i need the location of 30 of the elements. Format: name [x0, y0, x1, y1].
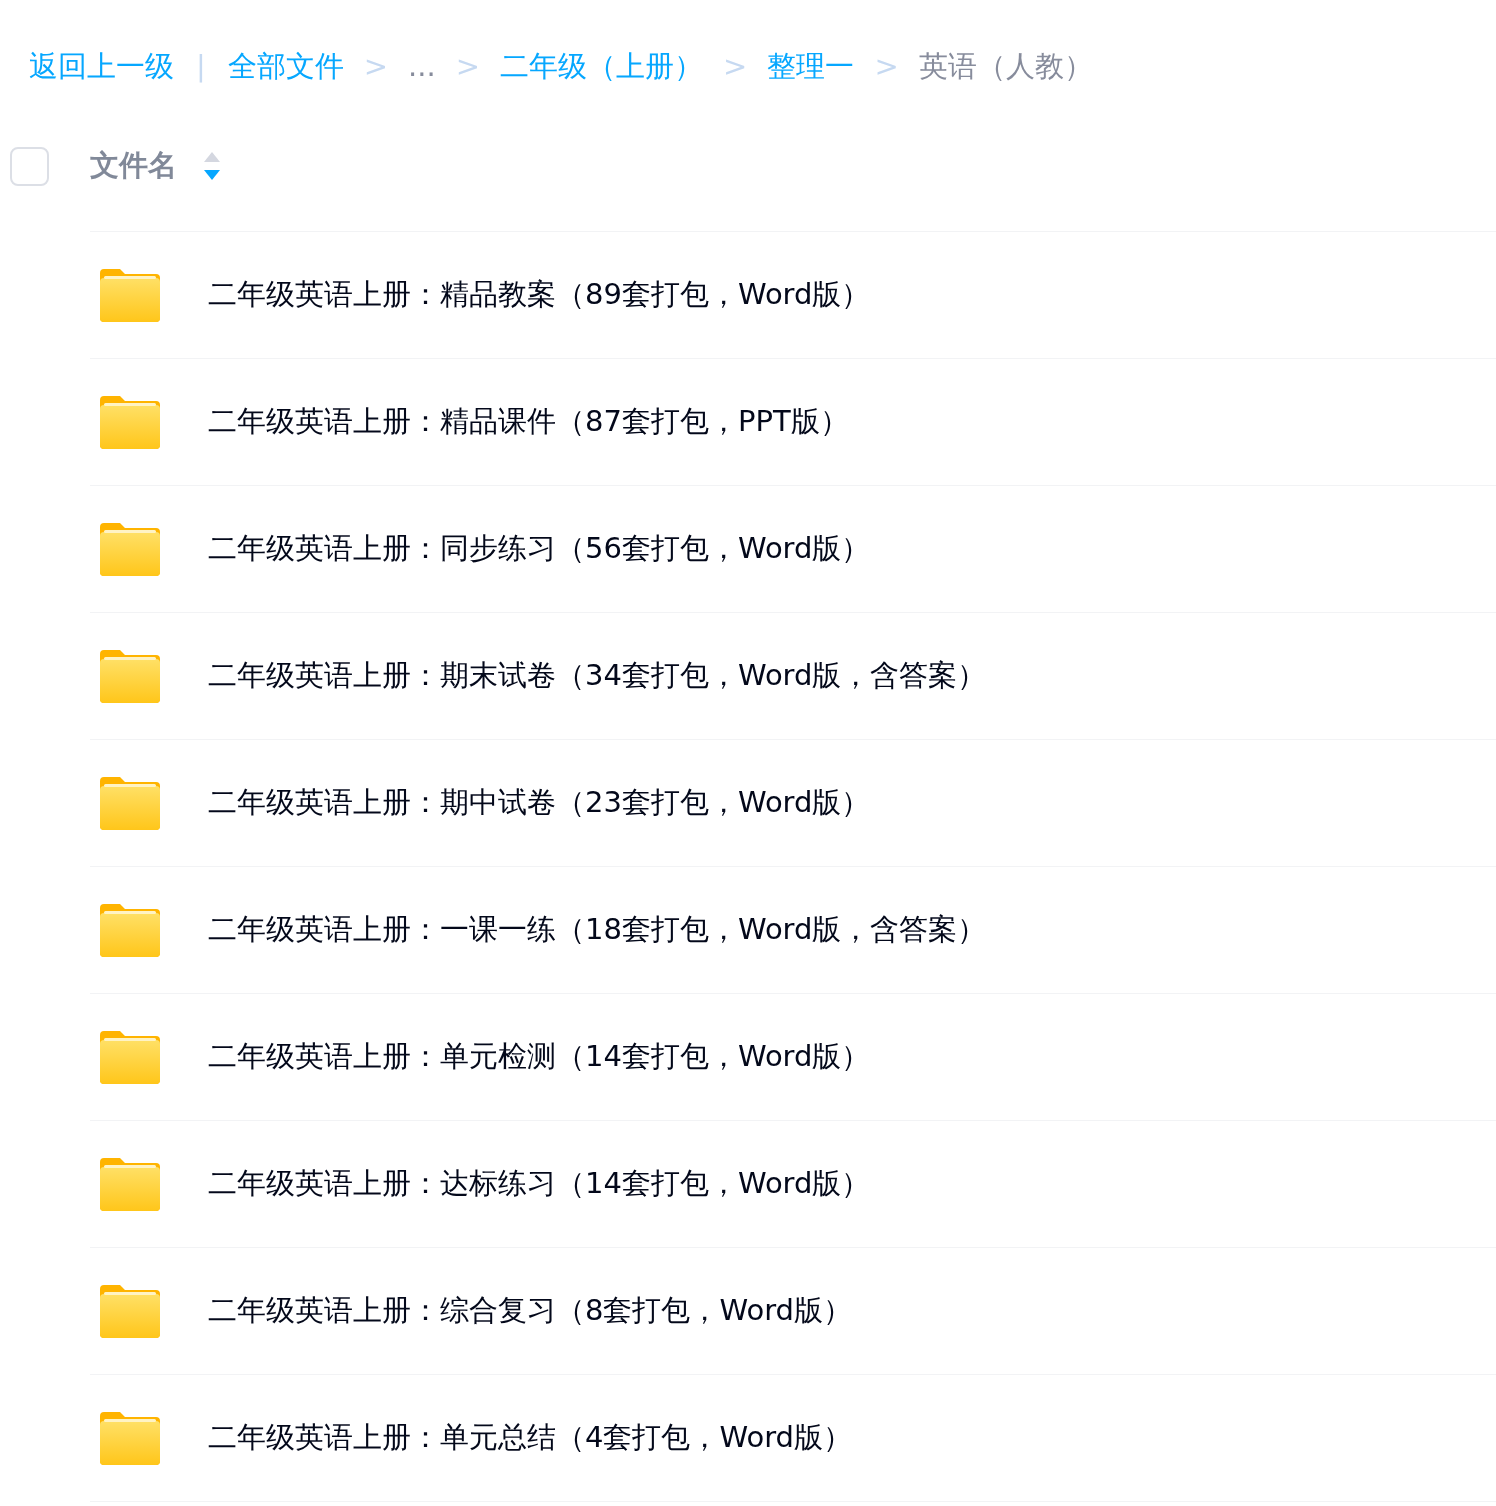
folder-icon	[100, 1030, 160, 1084]
file-name[interactable]: 二年级英语上册：精品教案（89套打包，Word版）	[208, 273, 871, 317]
file-name[interactable]: 二年级英语上册：单元总结（4套打包，Word版）	[208, 1416, 852, 1460]
sort-icon[interactable]	[203, 151, 221, 181]
breadcrumb-item: ...	[408, 48, 436, 86]
breadcrumb-separator: >	[874, 48, 899, 86]
folder-icon	[100, 1411, 160, 1465]
folder-icon	[100, 776, 160, 830]
breadcrumb-separator: >	[723, 48, 748, 86]
folder-icon	[100, 268, 160, 322]
file-name[interactable]: 二年级英语上册：精品课件（87套打包，PPT版）	[208, 400, 849, 444]
file-name[interactable]: 二年级英语上册：综合复习（8套打包，Word版）	[208, 1289, 852, 1333]
folder-icon	[100, 395, 160, 449]
folder-icon	[100, 1157, 160, 1211]
folder-icon	[100, 1284, 160, 1338]
file-name[interactable]: 二年级英语上册：期末试卷（34套打包，Word版，含答案）	[208, 654, 987, 698]
file-name[interactable]: 二年级英语上册：同步练习（56套打包，Word版）	[208, 527, 871, 571]
file-name[interactable]: 二年级英语上册：单元检测（14套打包，Word版）	[208, 1035, 871, 1079]
file-name[interactable]: 二年级英语上册：达标练习（14套打包，Word版）	[208, 1162, 871, 1206]
column-header[interactable]: 文件名	[90, 144, 177, 188]
breadcrumb-separator: >	[363, 48, 389, 86]
breadcrumb-separator: >	[455, 48, 481, 86]
folder-icon	[100, 903, 160, 957]
select-all-checkbox[interactable]	[10, 146, 49, 186]
folder-icon	[100, 522, 160, 576]
folder-icon	[100, 649, 160, 703]
file-name[interactable]: 二年级英语上册：期中试卷（23套打包，Word版）	[208, 781, 871, 825]
breadcrumb-item: 英语（人教）	[918, 48, 1093, 86]
breadcrumb-divider: |	[196, 48, 206, 86]
file-name[interactable]: 二年级英语上册：一课一练（18套打包，Word版，含答案）	[208, 908, 987, 952]
